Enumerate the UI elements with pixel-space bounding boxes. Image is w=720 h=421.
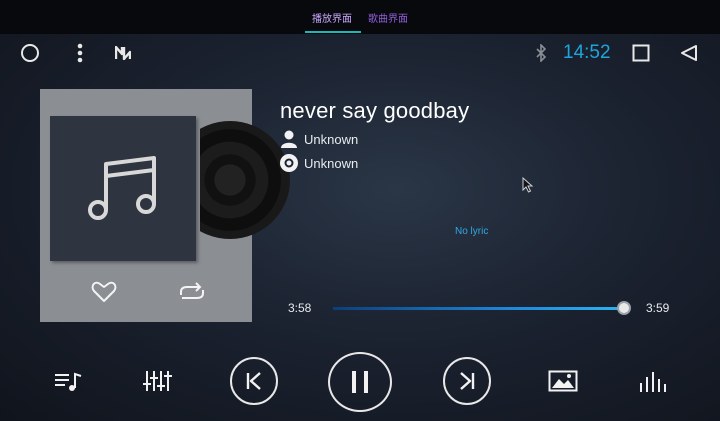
seek-handle[interactable]	[616, 301, 631, 315]
next-icon	[460, 372, 475, 390]
tab-playback[interactable]: 播放界面	[312, 10, 352, 25]
person-icon	[281, 130, 297, 148]
elapsed-time: 3:58	[288, 301, 312, 315]
bluetooth-icon	[532, 42, 550, 64]
spectrum-button[interactable]	[634, 367, 670, 395]
back-triangle-icon[interactable]	[677, 42, 701, 64]
pause-button[interactable]	[328, 352, 392, 412]
circle-home-icon[interactable]	[18, 42, 42, 64]
clock: 14:52	[563, 42, 611, 63]
artist-name: Unknown	[304, 131, 359, 147]
recents-square-icon[interactable]	[629, 42, 653, 64]
gallery-button[interactable]	[545, 367, 581, 395]
active-tab-indicator	[305, 31, 361, 33]
mouse-cursor-icon	[522, 176, 534, 198]
tab-songs[interactable]: 歌曲界面	[368, 10, 408, 25]
heart-icon	[91, 281, 117, 302]
equalizer-icon	[143, 371, 172, 391]
song-title: never say goodbay	[280, 98, 470, 123]
playlist-icon	[55, 372, 82, 391]
disc-icon	[280, 154, 298, 172]
album-cover-panel	[40, 89, 290, 322]
pause-icon	[352, 371, 368, 393]
total-time: 3:59	[646, 301, 670, 315]
spectrum-icon	[640, 372, 666, 392]
artist-row: Unknown	[280, 130, 358, 148]
progress-fill	[333, 307, 624, 310]
status-bar	[0, 34, 720, 74]
lyric-placeholder: No lyric	[455, 226, 489, 237]
repeat-button[interactable]	[172, 277, 212, 307]
album-art	[50, 116, 196, 261]
top-tab-bar	[0, 0, 720, 34]
previous-icon	[246, 372, 261, 390]
progress-track[interactable]	[333, 307, 625, 310]
favorite-button[interactable]	[84, 277, 124, 307]
music-note-icon	[88, 156, 156, 220]
repeat-icon	[180, 282, 204, 299]
vinyl-record-icon	[200, 121, 292, 239]
next-button[interactable]	[443, 357, 491, 405]
more-vert-icon[interactable]	[70, 42, 90, 64]
album-name: Unknown	[304, 155, 359, 171]
equalizer-button[interactable]	[140, 367, 176, 395]
gallery-icon	[548, 370, 578, 392]
n-logo-icon	[112, 43, 134, 63]
playlist-button[interactable]	[50, 367, 86, 395]
album-row: Unknown	[280, 154, 358, 172]
previous-button[interactable]	[230, 357, 278, 405]
